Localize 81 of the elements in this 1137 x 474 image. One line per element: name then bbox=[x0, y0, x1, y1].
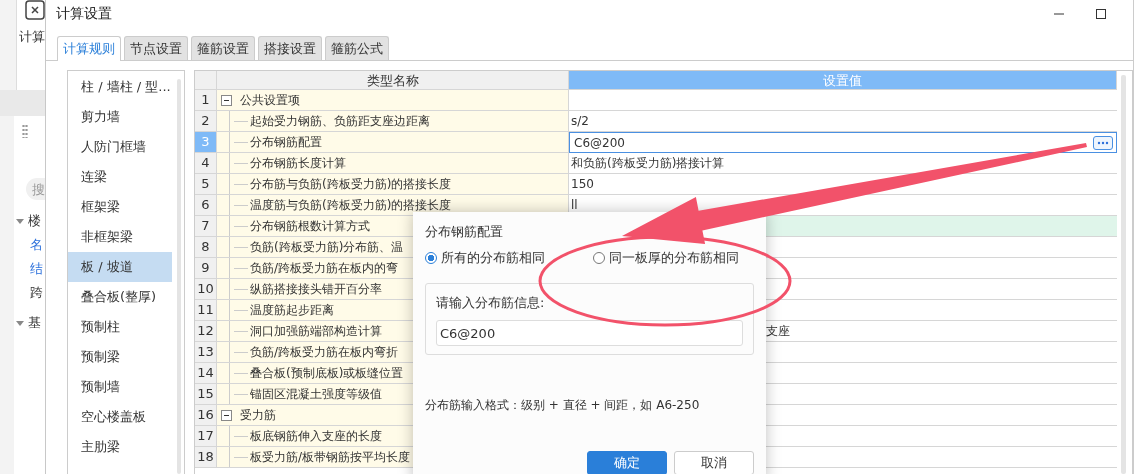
row-number[interactable]: 1 bbox=[195, 90, 217, 111]
category-item[interactable]: 预制柱 bbox=[68, 312, 172, 342]
category-item[interactable]: 预制梁 bbox=[68, 342, 172, 372]
row-number[interactable]: 7 bbox=[195, 216, 217, 237]
table-cell: s/2 bbox=[569, 111, 1117, 132]
field-label: 请输入分布筋信息: bbox=[436, 294, 546, 312]
ellipsis-icon bbox=[1097, 140, 1109, 145]
radio-option[interactable]: 同一板厚的分布筋相同 bbox=[593, 249, 739, 267]
category-item[interactable]: 非框架梁 bbox=[68, 222, 172, 252]
input-field[interactable]: C6@200 bbox=[436, 320, 743, 346]
table-cell: 负筋/跨板受力筋在板内的弯 bbox=[250, 259, 399, 277]
category-item[interactable]: 预制墙 bbox=[68, 372, 172, 402]
window-title: 计算设置 bbox=[56, 5, 112, 23]
row-number[interactable]: 15 bbox=[195, 384, 217, 405]
property-link[interactable]: 结 bbox=[30, 260, 43, 278]
table-cell: 分布钢筋配置 bbox=[250, 133, 322, 151]
tab[interactable]: 搭接设置 bbox=[258, 36, 322, 60]
table-cell: 分布筋与负筋(跨板受力筋)的搭接长度 bbox=[250, 175, 452, 193]
tab[interactable]: 计算规则 bbox=[57, 36, 121, 61]
table-cell: 分布钢筋根数计算方式 bbox=[250, 217, 370, 235]
category-item[interactable]: 叠合板(整厚) bbox=[68, 282, 172, 312]
category-item[interactable]: 柱 / 墙柱 / 型... bbox=[68, 72, 172, 102]
collapse-icon[interactable] bbox=[221, 409, 232, 421]
table-cell: 板底钢筋伸入支座的长度 bbox=[250, 427, 382, 445]
table-cell: 锚固区混凝土强度等级值 bbox=[250, 385, 382, 403]
table-cell: 纵筋搭接接头错开百分率 bbox=[250, 280, 382, 298]
category-item[interactable]: 板 / 坡道 bbox=[68, 252, 172, 282]
table-cell: 受力筋 bbox=[240, 406, 276, 424]
confirm-button[interactable]: 确定 bbox=[587, 451, 667, 474]
category-item[interactable]: 人防门框墙 bbox=[68, 132, 172, 162]
tab[interactable]: 节点设置 bbox=[124, 36, 188, 60]
category-item[interactable]: 空心楼盖板 bbox=[68, 402, 172, 432]
toolbar-label[interactable]: 计算 bbox=[19, 28, 45, 46]
search-field[interactable]: 搜 bbox=[26, 178, 45, 200]
tree-label[interactable]: 楼 bbox=[28, 212, 41, 230]
row-number[interactable]: 2 bbox=[195, 111, 217, 132]
scrollbar[interactable] bbox=[1121, 75, 1126, 474]
row-number[interactable]: 8 bbox=[195, 237, 217, 258]
table-cell: 负筋(跨板受力筋)分布筋、温 bbox=[250, 238, 404, 256]
caret-icon[interactable] bbox=[16, 319, 24, 327]
table-cell: 洞口加强筋端部构造计算 bbox=[250, 322, 382, 340]
tab[interactable]: 箍筋公式 bbox=[325, 36, 389, 60]
tree-label[interactable]: 基 bbox=[28, 314, 41, 332]
property-label: 跨 bbox=[30, 284, 43, 302]
table-cell: 公共设置项 bbox=[240, 91, 300, 109]
table-cell: 分布钢筋长度计算 bbox=[250, 154, 346, 172]
input-field[interactable]: C6@200 bbox=[569, 132, 1117, 153]
category-item[interactable]: 主肋梁 bbox=[68, 432, 172, 462]
row-number[interactable]: 5 bbox=[195, 174, 217, 195]
row-number[interactable]: 16 bbox=[195, 405, 217, 426]
table-cell: 起始受力钢筋、负筋距支座边距离 bbox=[250, 112, 430, 130]
column-header[interactable]: 类型名称 bbox=[217, 71, 569, 90]
row-number[interactable]: 12 bbox=[195, 321, 217, 342]
table-cell: 温度筋与负筋(跨板受力筋)的搭接长度 bbox=[250, 196, 452, 214]
tab[interactable]: 箍筋设置 bbox=[191, 36, 255, 60]
more-button[interactable] bbox=[1093, 135, 1113, 150]
caret-icon[interactable] bbox=[16, 217, 24, 225]
drag-handle[interactable] bbox=[22, 124, 28, 138]
row-number[interactable]: 14 bbox=[195, 363, 217, 384]
category-item[interactable]: 框架梁 bbox=[68, 192, 172, 222]
maximize-icon[interactable] bbox=[1095, 8, 1107, 20]
row-number[interactable]: 17 bbox=[195, 426, 217, 447]
table-cell: 温度筋起步距离 bbox=[250, 301, 334, 319]
row-number[interactable]: 4 bbox=[195, 153, 217, 174]
row-number[interactable]: 9 bbox=[195, 258, 217, 279]
row-number[interactable]: 11 bbox=[195, 300, 217, 321]
collapse-icon[interactable] bbox=[221, 94, 232, 106]
radio-option[interactable]: 所有的分布筋相同 bbox=[425, 249, 593, 267]
property-link[interactable]: 名 bbox=[30, 236, 43, 254]
row-number[interactable]: 13 bbox=[195, 342, 217, 363]
table-cell: 叠合板(预制底板)或板缝位置 bbox=[250, 364, 404, 382]
cancel-button[interactable]: 取消 bbox=[674, 451, 754, 474]
row-number[interactable]: 10 bbox=[195, 279, 217, 300]
dialog-title: 分布钢筋配置 bbox=[425, 223, 504, 241]
row-number[interactable]: 6 bbox=[195, 195, 217, 216]
row-number[interactable]: 18 bbox=[195, 447, 217, 468]
table-cell: 板受力筋/板带钢筋按平均长度 bbox=[250, 448, 411, 466]
table-cell: 负筋/跨板受力筋在板内弯折 bbox=[250, 343, 399, 361]
format-hint: 分布筋输入格式：级别 + 直径 + 间距，如 A6-250 bbox=[425, 397, 701, 414]
category-item[interactable]: 连梁 bbox=[68, 162, 172, 192]
category-item[interactable]: 剪力墙 bbox=[68, 102, 172, 132]
